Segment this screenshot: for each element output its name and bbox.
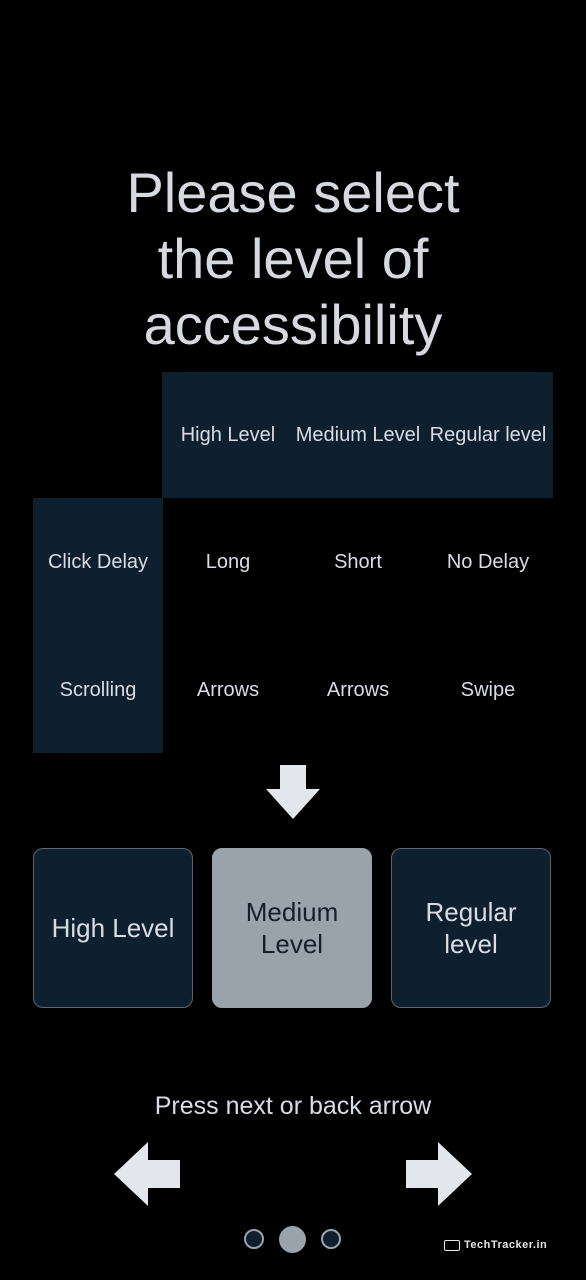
option-high-level-label: High Level [51, 913, 175, 943]
navigation-hint: Press next or back arrow [154, 1092, 432, 1120]
watermark-logo-icon [444, 1239, 460, 1251]
cell-click-delay-high: Long [205, 551, 251, 573]
arrow-down-icon [266, 765, 320, 819]
row-label-scrolling: Scrolling [59, 679, 137, 701]
option-regular-level-label: Regular level [425, 897, 517, 959]
option-regular-level[interactable]: Regular level [391, 848, 551, 1008]
page-dot-2-active[interactable] [279, 1226, 306, 1253]
cell-scrolling-medium: Arrows [326, 679, 390, 701]
watermark: TechTracker.in [444, 1239, 547, 1251]
page-title: Please select the level of accessibility [0, 160, 586, 358]
page-dot-1[interactable] [244, 1229, 264, 1249]
row-label-click-delay: Click Delay [47, 551, 149, 573]
arrow-left-icon[interactable] [114, 1142, 180, 1206]
title-line-1: Please select [126, 160, 460, 224]
page-dot-3[interactable] [321, 1229, 341, 1249]
option-medium-level-label: Medium Level [245, 897, 339, 959]
header-medium-level: Medium Level [295, 424, 421, 446]
cell-scrolling-high: Arrows [196, 679, 260, 701]
cell-scrolling-regular: Swipe [460, 679, 516, 701]
header-high-level: High Level [180, 424, 276, 446]
option-high-level[interactable]: High Level [33, 848, 193, 1008]
arrow-right-icon[interactable] [406, 1142, 472, 1206]
watermark-text: TechTracker.in [464, 1239, 548, 1251]
header-regular-level: Regular level [429, 424, 547, 446]
title-line-3: accessibility [143, 292, 443, 356]
cell-click-delay-medium: Short [334, 551, 382, 573]
cell-click-delay-regular: No Delay [446, 551, 530, 573]
title-line-2: the level of [157, 226, 429, 290]
option-medium-level[interactable]: Medium Level [212, 848, 372, 1008]
